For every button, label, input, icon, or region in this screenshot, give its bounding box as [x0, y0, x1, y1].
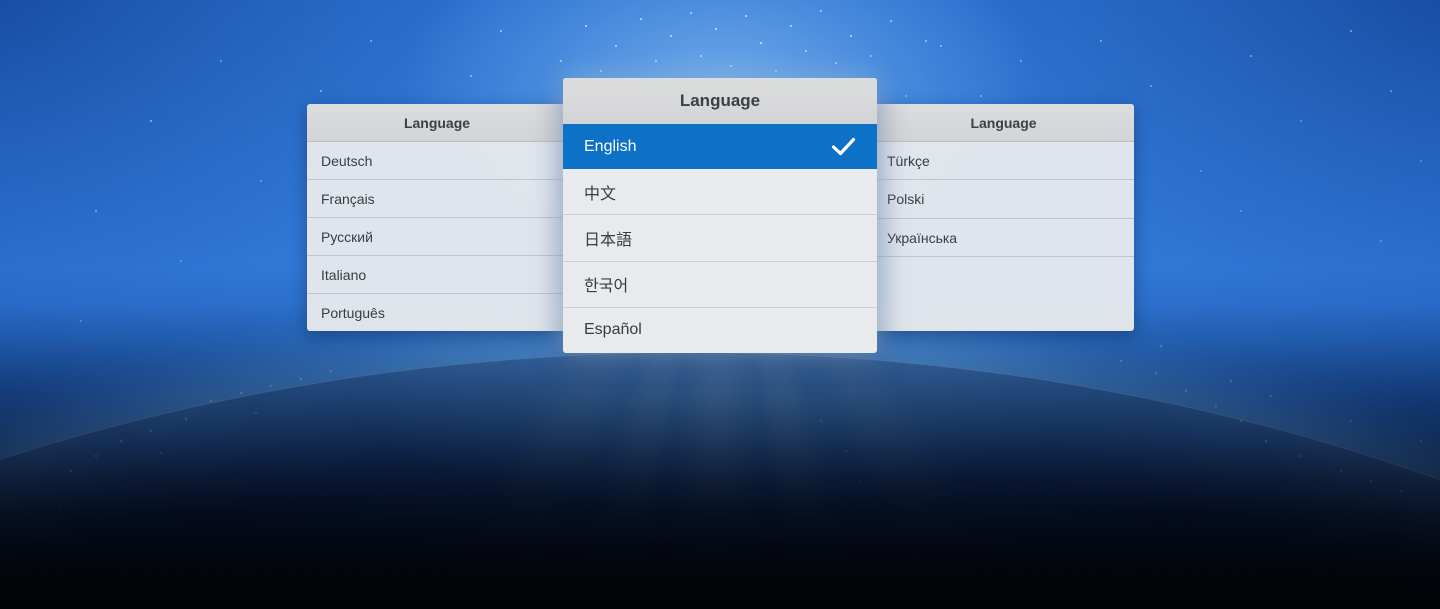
stars-decoration — [0, 0, 2, 2]
language-option-russkiy[interactable]: Русский — [307, 217, 567, 255]
panel-title: Language — [563, 78, 877, 124]
option-label: Deutsch — [321, 153, 372, 169]
option-label: Italiano — [321, 267, 366, 283]
option-label: Türkçe — [887, 153, 930, 169]
language-panel-center: Language English 中文 日本語 한국어 Español — [563, 78, 877, 353]
language-option-francais[interactable]: Français — [307, 179, 567, 217]
option-label: 한국어 — [584, 272, 628, 296]
option-label: Українська — [887, 230, 957, 246]
option-label: Русский — [321, 229, 373, 245]
language-option-polski[interactable]: Polski — [873, 179, 1134, 217]
language-option-portugues[interactable]: Português — [307, 293, 567, 331]
wallpaper-background: Language Deutsch Français Русский Italia… — [0, 0, 1440, 609]
language-option-english-selected[interactable]: English — [563, 124, 877, 169]
language-panel-right: Language Türkçe Polski Українська — [873, 104, 1134, 331]
option-label: Français — [321, 191, 375, 207]
empty-list-area — [873, 256, 1134, 331]
option-label: English — [584, 138, 636, 156]
option-label: Español — [584, 321, 642, 339]
option-label: Polski — [887, 191, 924, 207]
language-option-deutsch[interactable]: Deutsch — [307, 142, 567, 179]
planet-horizon-decoration — [0, 352, 1440, 609]
option-label: 日本語 — [584, 226, 632, 250]
language-option-japanese[interactable]: 日本語 — [563, 214, 877, 260]
language-option-chinese[interactable]: 中文 — [563, 169, 877, 214]
language-option-korean[interactable]: 한국어 — [563, 261, 877, 307]
option-label: 中文 — [584, 180, 616, 204]
checkmark-icon — [831, 137, 856, 156]
language-option-italiano[interactable]: Italiano — [307, 255, 567, 293]
panel-title: Language — [873, 104, 1134, 142]
language-option-espanol[interactable]: Español — [563, 307, 877, 353]
language-option-turkce[interactable]: Türkçe — [873, 142, 1134, 179]
language-panel-left: Language Deutsch Français Русский Italia… — [307, 104, 567, 331]
option-label: Português — [321, 305, 385, 321]
panel-title: Language — [307, 104, 567, 142]
language-option-ukrainska[interactable]: Українська — [873, 218, 1134, 256]
